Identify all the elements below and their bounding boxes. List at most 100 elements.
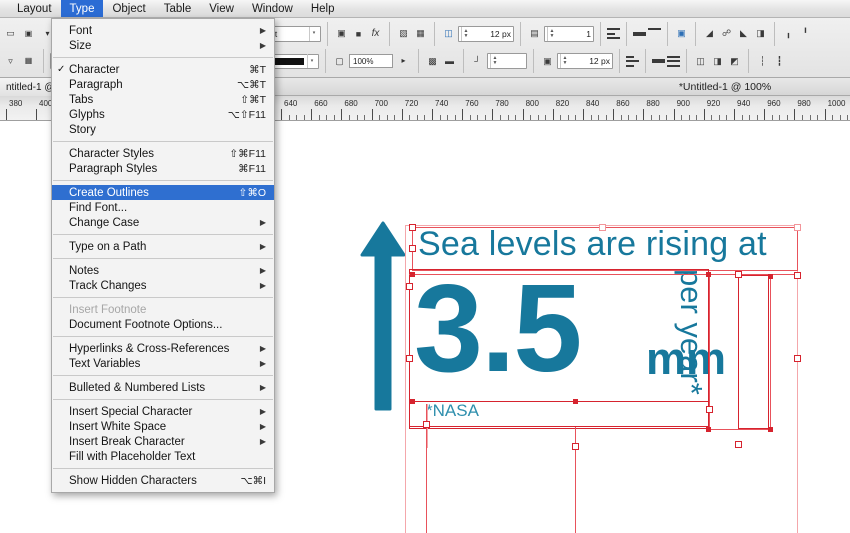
- menu-item-notes[interactable]: Notes ▶: [52, 263, 274, 278]
- footnote-text-frame[interactable]: [409, 401, 709, 429]
- text-align-top-icon[interactable]: ▧: [396, 27, 411, 41]
- handle[interactable]: [572, 443, 579, 450]
- menu-item-paragraph-styles[interactable]: Paragraph Styles ⌘F11: [52, 161, 274, 176]
- stroke-weight-dropdown[interactable]: ▾: [309, 26, 318, 41]
- distribute-bottom-icon[interactable]: ◩: [727, 54, 742, 68]
- handle[interactable]: [406, 355, 413, 362]
- align-justify-all-icon[interactable]: [652, 59, 665, 64]
- fill-frame-icon[interactable]: ■: [351, 27, 366, 41]
- handle[interactable]: [573, 399, 578, 404]
- handle[interactable]: [409, 224, 416, 231]
- rate-outer-frame[interactable]: [709, 274, 771, 430]
- gutter-stepper[interactable]: ▲ ▼: [560, 54, 569, 69]
- stroke-style-dropdown[interactable]: ▾: [307, 54, 316, 69]
- columns-stepper[interactable]: ▲ ▼: [547, 26, 556, 41]
- reference-point-icon[interactable]: ▦: [20, 53, 37, 69]
- columns-icon[interactable]: ▤: [527, 27, 542, 41]
- align-justify-icon[interactable]: [633, 31, 646, 36]
- frame-fit-content-icon[interactable]: ▢: [332, 54, 347, 68]
- handle[interactable]: [410, 272, 415, 277]
- handle[interactable]: [794, 224, 801, 231]
- align-more-icon[interactable]: ◨: [753, 27, 768, 41]
- paragraph-align-left-icon[interactable]: [607, 28, 620, 40]
- menu-item-font[interactable]: Font ▶: [52, 23, 274, 38]
- frame-fitting-icon[interactable]: ▣: [20, 26, 37, 42]
- menubar-item-type[interactable]: Type: [60, 0, 104, 17]
- handle[interactable]: [794, 355, 801, 362]
- distribute-center-icon[interactable]: ◨: [710, 54, 725, 68]
- handle[interactable]: [706, 406, 713, 413]
- distribute-top-icon[interactable]: ◫: [693, 54, 708, 68]
- handle[interactable]: [794, 272, 801, 279]
- text-align-bottom-icon[interactable]: ▬: [442, 54, 457, 68]
- align-vertical-centers-icon[interactable]: ╹: [798, 27, 813, 41]
- menu-item-tabs[interactable]: Tabs ⇧⌘T: [52, 92, 274, 107]
- menubar-item-help[interactable]: Help: [302, 0, 344, 17]
- text-align-middle-icon[interactable]: ▦: [413, 27, 428, 41]
- distribute-space-vertical-icon[interactable]: ┇: [772, 54, 787, 68]
- gutter-field[interactable]: ▲ ▼ 12 px: [557, 53, 613, 70]
- transform-icon[interactable]: ▣: [674, 27, 689, 41]
- menu-item-text-variables[interactable]: Text Variables ▶: [52, 356, 274, 371]
- menu-item-character[interactable]: ✓ Character ⌘T: [52, 62, 274, 77]
- menubar-item-layout[interactable]: Layout: [8, 0, 61, 17]
- handle[interactable]: [706, 427, 711, 432]
- menu-item-insert-special-character[interactable]: Insert Special Character ▶: [52, 404, 274, 419]
- gutter-icon[interactable]: ▣: [540, 54, 555, 68]
- paragraph-indent-icon[interactable]: [626, 55, 639, 67]
- text-wrap-icon[interactable]: ▩: [425, 54, 440, 68]
- menu-item-glyphs[interactable]: Glyphs ⌥⇧F11: [52, 107, 274, 122]
- handle[interactable]: [735, 271, 742, 278]
- leading-stepper[interactable]: ▲ ▼: [461, 26, 470, 41]
- columns-field[interactable]: ▲ ▼ 1: [544, 25, 594, 42]
- menu-item-change-case[interactable]: Change Case ▶: [52, 215, 274, 230]
- menu-item-hyperlinks-cross-references[interactable]: Hyperlinks & Cross-References ▶: [52, 341, 274, 356]
- handle[interactable]: [768, 274, 773, 279]
- handle[interactable]: [735, 441, 742, 448]
- menu-item-fill-with-placeholder-text[interactable]: Fill with Placeholder Text: [52, 449, 274, 464]
- up-arrow-graphic[interactable]: [360, 221, 406, 411]
- menu-item-track-changes[interactable]: Track Changes ▶: [52, 278, 274, 293]
- menu-item-show-hidden-characters[interactable]: Show Hidden Characters ⌥⌘I: [52, 473, 274, 488]
- align-left-edges-icon[interactable]: ◢: [702, 27, 717, 41]
- align-full-justify-icon[interactable]: [667, 55, 680, 67]
- menubar-item-object[interactable]: Object: [103, 0, 154, 17]
- align-right-edges-icon[interactable]: ◣: [736, 27, 751, 41]
- handle[interactable]: [706, 272, 711, 277]
- menu-item-bulleted-numbered-lists[interactable]: Bulleted & Numbered Lists ▶: [52, 380, 274, 395]
- inset-spacing-icon[interactable]: ┘: [470, 54, 485, 68]
- handle[interactable]: [599, 224, 606, 231]
- menu-item-size[interactable]: Size ▶: [52, 38, 274, 53]
- inset-field[interactable]: ▲ ▼: [487, 53, 527, 70]
- menu-item-story[interactable]: Story: [52, 122, 274, 137]
- menubar-item-table[interactable]: Table: [155, 0, 201, 17]
- menu-item-create-outlines[interactable]: Create Outlines ⇧⌘O: [52, 185, 274, 200]
- opacity-dropdown-icon[interactable]: ▸: [395, 53, 412, 69]
- handle[interactable]: [768, 427, 773, 432]
- menu-item-paragraph[interactable]: Paragraph ⌥⌘T: [52, 77, 274, 92]
- type-dropdown-menu[interactable]: Font ▶ Size ▶ ✓ Character ⌘T Paragraph ⌥⌘T Tabs ⇧⌘…: [51, 18, 275, 493]
- text-frame-options-icon[interactable]: ◫: [441, 27, 456, 41]
- handle[interactable]: [423, 421, 430, 428]
- opacity-field[interactable]: 100%: [349, 54, 393, 69]
- align-top-edges-icon[interactable]: ╻: [781, 27, 796, 41]
- menu-item-insert-white-space[interactable]: Insert White Space ▶: [52, 419, 274, 434]
- handle[interactable]: [409, 245, 416, 252]
- handle[interactable]: [406, 283, 413, 290]
- menu-item-insert-break-character[interactable]: Insert Break Character ▶: [52, 434, 274, 449]
- handle[interactable]: [410, 399, 415, 404]
- menubar-item-view[interactable]: View: [200, 0, 243, 17]
- effects-fx-icon[interactable]: fx: [368, 27, 383, 41]
- selection-tool-icon[interactable]: ▭: [3, 27, 18, 41]
- inset-stepper[interactable]: ▲ ▼: [490, 54, 499, 69]
- direct-selection-tool-icon[interactable]: ▿: [3, 54, 18, 68]
- headline-text-frame[interactable]: [412, 227, 798, 271]
- align-center-icon[interactable]: [648, 28, 661, 39]
- align-horizontal-centers-icon[interactable]: ☍: [719, 27, 734, 41]
- menu-item-find-font[interactable]: Find Font...: [52, 200, 274, 215]
- menu-item-type-on-a-path[interactable]: Type on a Path ▶: [52, 239, 274, 254]
- place-frame-icon[interactable]: ▣: [334, 27, 349, 41]
- menu-item-document-footnote-options[interactable]: Document Footnote Options...: [52, 317, 274, 332]
- distribute-space-horizontal-icon[interactable]: ┆: [755, 54, 770, 68]
- menu-item-character-styles[interactable]: Character Styles ⇧⌘F11: [52, 146, 274, 161]
